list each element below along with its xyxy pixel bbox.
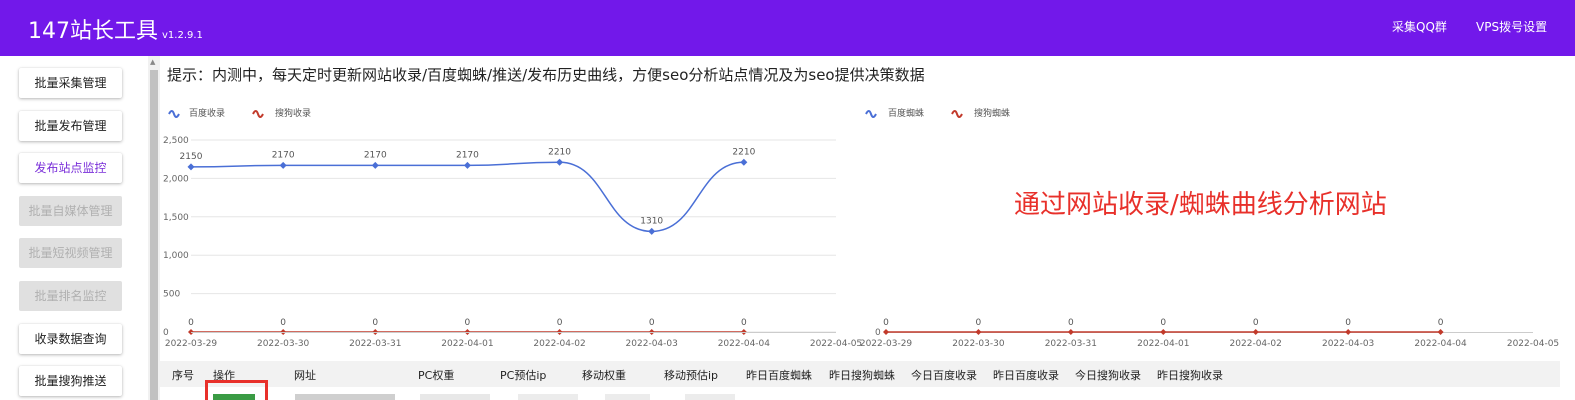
- url-cell-blurred: [295, 394, 395, 400]
- data-label-sogou-index: 0: [649, 318, 655, 328]
- x-tick-label: 2022-04-05: [1507, 339, 1559, 349]
- data-point-sogou-spider: [883, 329, 889, 335]
- data-label-baidu-index: 2150: [180, 152, 203, 162]
- table-header-cell: 今日百度收录: [911, 369, 977, 382]
- table-header-cell: 昨日百度收录: [993, 369, 1059, 382]
- y-tick-label: 1,000: [163, 251, 189, 261]
- table-header-cell: 昨日搜狗收录: [1157, 369, 1223, 382]
- table-header-cell: 移动预估ip: [664, 369, 719, 382]
- data-point-baidu-index: [187, 163, 195, 171]
- x-tick-label: 2022-04-02: [533, 339, 585, 349]
- data-label-sogou-index: 0: [741, 318, 747, 328]
- table-header-cell: PC权重: [418, 369, 455, 382]
- data-label-sogou-index: 0: [188, 318, 194, 328]
- legend-baidu-spider-label: 百度蜘蛛: [888, 107, 924, 119]
- annotation-text: 通过网站收录/蜘蛛曲线分析网站: [1014, 190, 1387, 220]
- x-tick-label: 2022-04-03: [1322, 339, 1374, 349]
- app-window: 147站长工具 v1.2.9.1 采集QQ群 VPS拨号设置 批量采集管理 批量发…: [0, 0, 1575, 400]
- legend-baidu-index-label: 百度收录: [189, 107, 225, 119]
- data-point-baidu-index: [279, 161, 287, 169]
- table-cell-placeholder: [605, 394, 650, 400]
- y-tick-label: 2,500: [163, 136, 189, 146]
- x-tick-label: 2022-04-04: [718, 339, 771, 349]
- data-point-sogou-spider: [1067, 329, 1074, 335]
- data-label-sogou-index: 0: [372, 318, 378, 328]
- data-point-baidu-index: [648, 227, 656, 235]
- x-tick-label: 2022-03-30: [257, 339, 310, 349]
- data-point-baidu-index: [463, 161, 471, 169]
- data-label-sogou-spider: 0: [1438, 318, 1444, 328]
- data-label-sogou-index: 0: [465, 318, 471, 328]
- data-point-sogou-spider: [1437, 329, 1444, 335]
- data-label-baidu-index: 2170: [364, 150, 387, 160]
- data-label-sogou-spider: 0: [1068, 318, 1074, 328]
- table-header-cell: PC预估ip: [500, 369, 547, 382]
- x-tick-label: 2022-03-29: [165, 339, 218, 349]
- data-point-baidu-index: [556, 158, 564, 166]
- table-header-cell: 今日搜狗收录: [1075, 369, 1141, 382]
- y-tick-label: 0: [875, 328, 881, 338]
- table-header-cell: 昨日百度蜘蛛: [746, 369, 812, 382]
- data-label-baidu-index: 2170: [272, 150, 295, 160]
- y-tick-label: 2,000: [163, 174, 189, 184]
- legend-baidu-index-icon: [168, 110, 180, 118]
- data-label-baidu-index: 2210: [548, 147, 571, 157]
- x-tick-label: 2022-03-31: [349, 339, 401, 349]
- legend-sogou-index-label: 搜狗收录: [275, 107, 311, 119]
- x-tick-label: 2022-03-31: [1045, 339, 1097, 349]
- table-cell-placeholder: [685, 394, 735, 400]
- x-tick-label: 2022-04-05: [810, 339, 862, 349]
- data-label-baidu-index: 2210: [732, 147, 755, 157]
- data-point-baidu-index: [371, 161, 379, 169]
- legend-sogou-spider-label: 搜狗蜘蛛: [974, 107, 1010, 119]
- data-label-sogou-spider: 0: [976, 318, 982, 328]
- y-tick-label: 500: [163, 290, 180, 300]
- table-header-cell: 移动权重: [582, 369, 626, 382]
- highlight-box: [205, 380, 268, 400]
- data-label-sogou-spider: 0: [1160, 318, 1166, 328]
- data-point-sogou-spider: [1160, 329, 1167, 335]
- x-tick-label: 2022-04-03: [626, 339, 678, 349]
- legend-sogou-index-icon: [252, 110, 264, 118]
- data-label-baidu-index: 2170: [456, 150, 479, 160]
- data-label-sogou-index: 0: [557, 318, 563, 328]
- y-tick-label: 1,500: [163, 213, 189, 223]
- x-tick-label: 2022-04-04: [1414, 339, 1467, 349]
- data-point-sogou-spider: [975, 329, 982, 335]
- data-label-sogou-index: 0: [280, 318, 286, 328]
- x-tick-label: 2022-04-01: [441, 339, 493, 349]
- table-header-cell: 序号: [172, 369, 194, 382]
- y-tick-label: 0: [163, 328, 169, 338]
- x-tick-label: 2022-03-30: [952, 339, 1005, 349]
- table-cell-placeholder: [518, 394, 578, 400]
- table-header-cell: 网址: [294, 369, 316, 382]
- table-cell-placeholder: [420, 394, 490, 400]
- x-tick-label: 2022-04-02: [1230, 339, 1282, 349]
- x-tick-label: 2022-04-01: [1137, 339, 1189, 349]
- x-tick-label: 2022-03-29: [860, 339, 913, 349]
- data-point-baidu-index: [740, 158, 748, 166]
- data-point-sogou-spider: [1345, 329, 1352, 335]
- data-point-sogou-spider: [1252, 329, 1259, 335]
- table-header-cell: 昨日搜狗蜘蛛: [829, 369, 895, 382]
- data-label-sogou-spider: 0: [1345, 318, 1351, 328]
- legend-sogou-spider-icon: [951, 110, 963, 118]
- legend-baidu-spider-icon: [865, 110, 877, 118]
- data-label-sogou-spider: 0: [883, 318, 889, 328]
- data-label-sogou-spider: 0: [1253, 318, 1259, 328]
- data-label-baidu-index: 1310: [640, 216, 663, 226]
